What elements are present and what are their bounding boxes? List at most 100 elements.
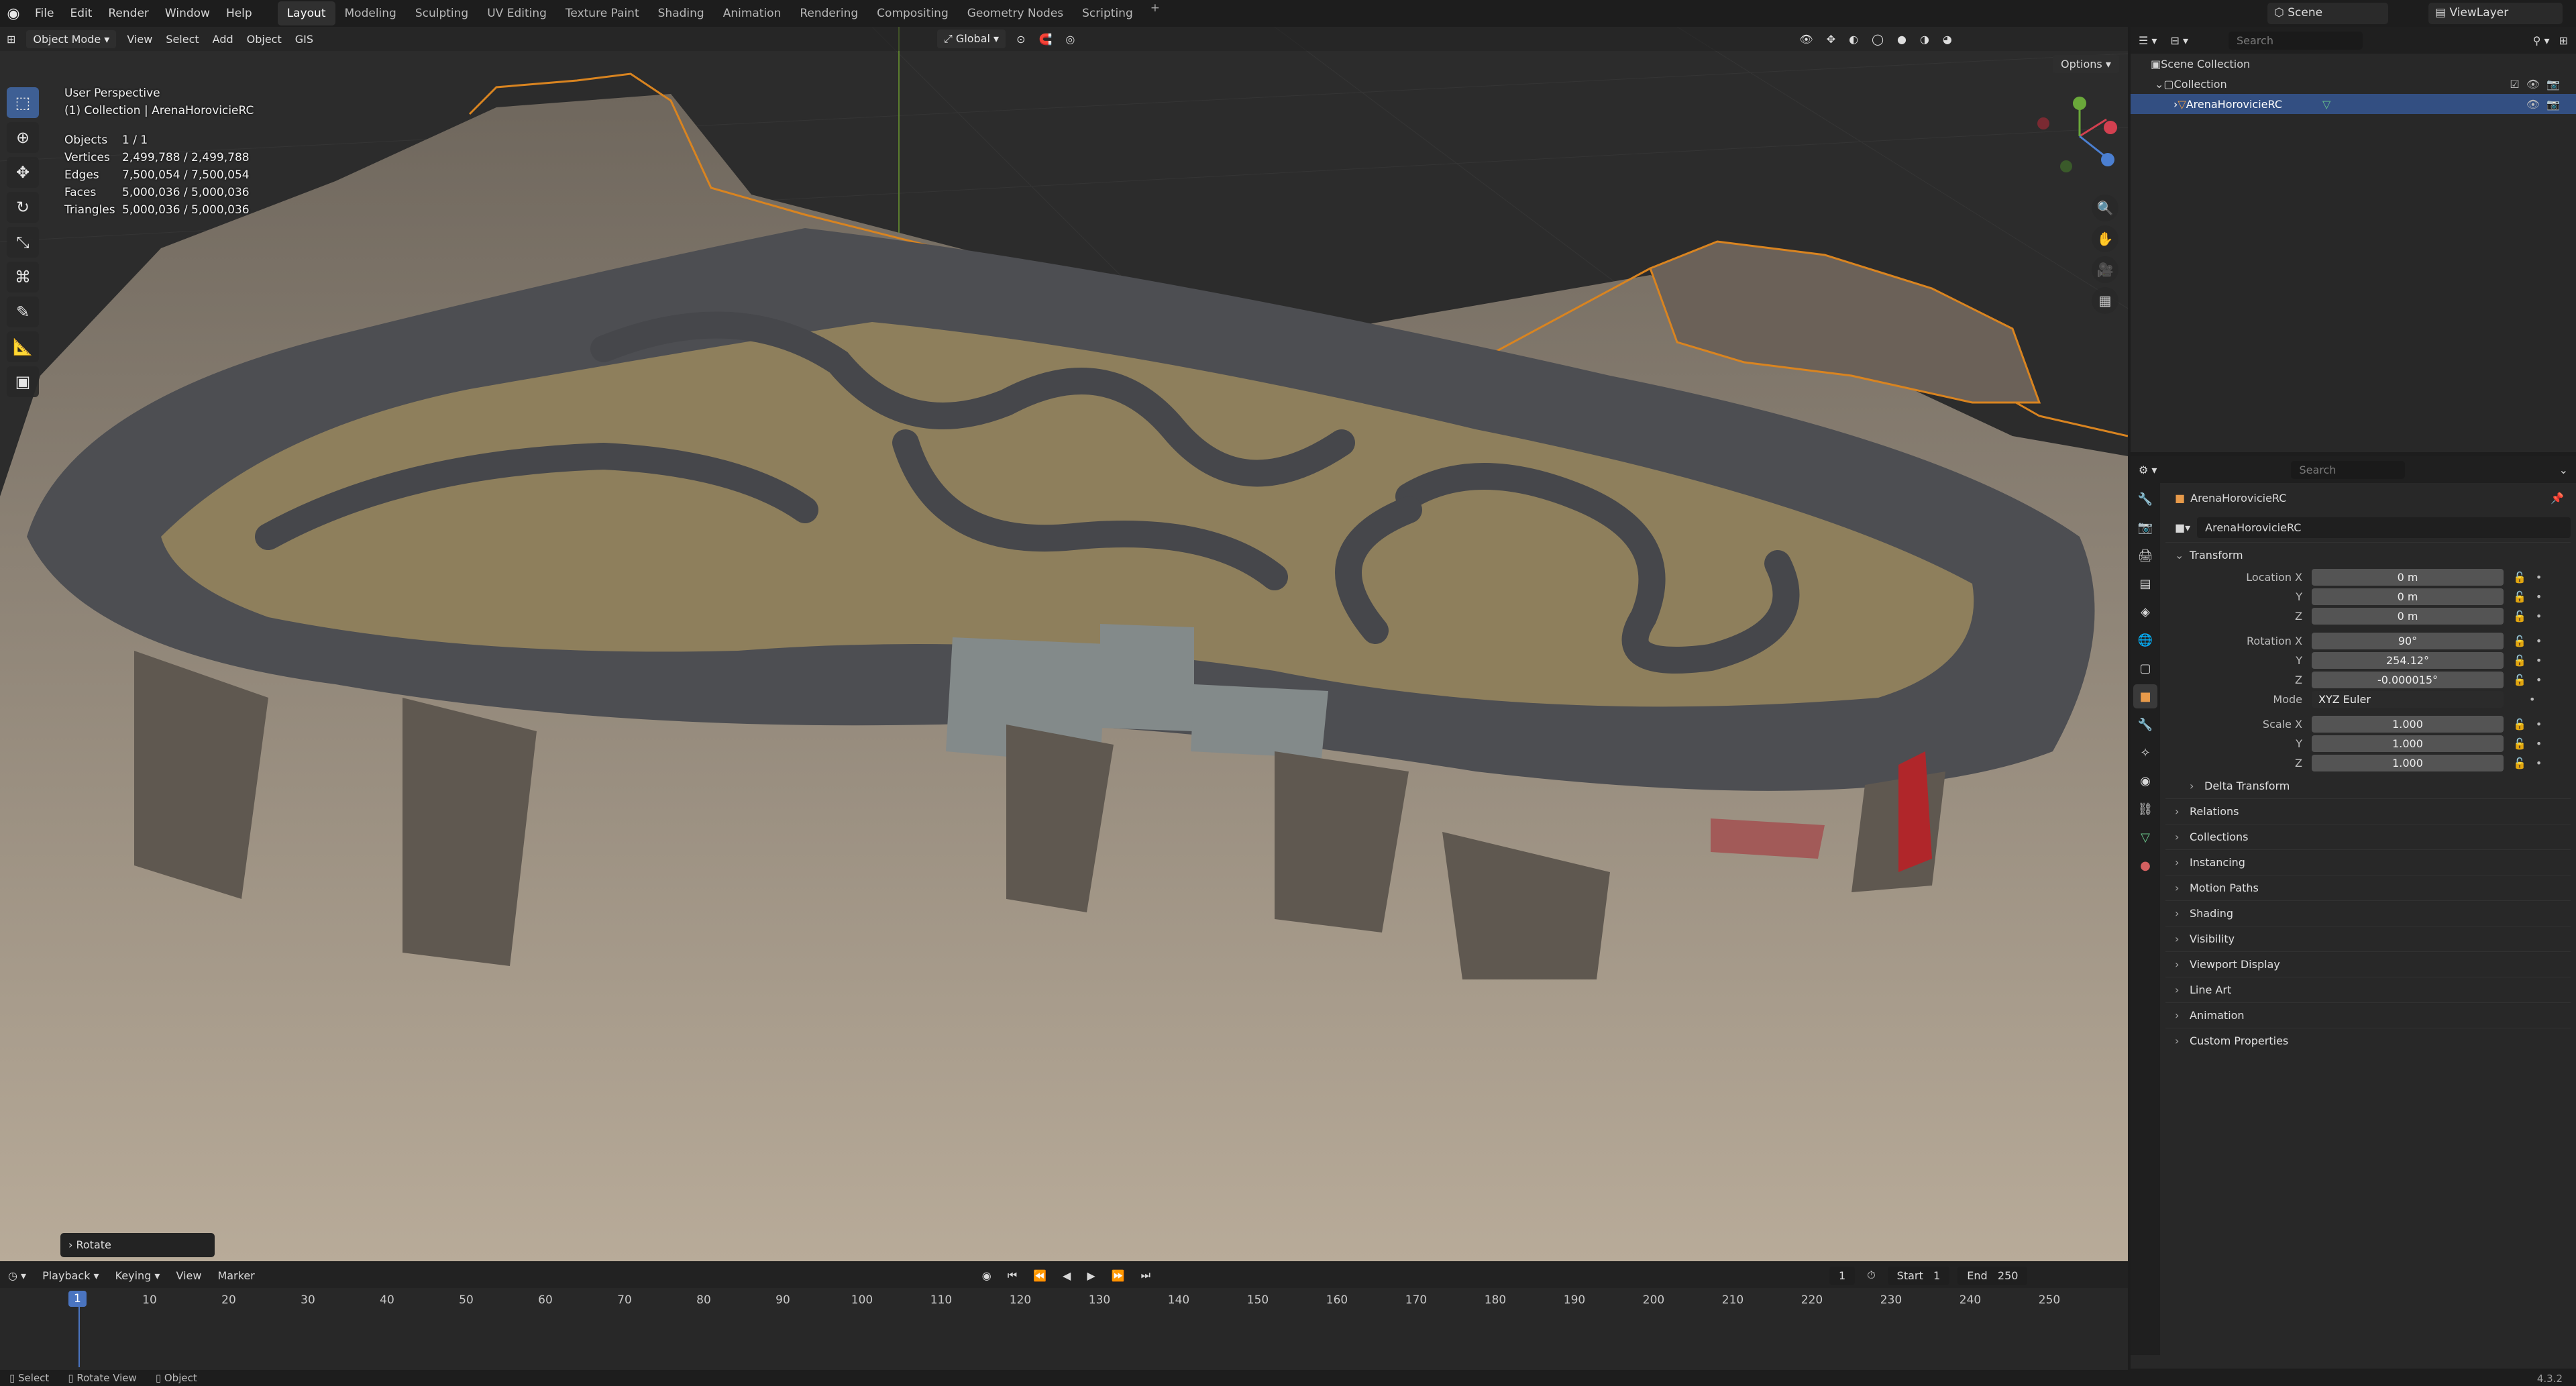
blender-logo-icon[interactable]: ◉ (0, 5, 27, 22)
output-tab-icon[interactable]: 🖨 (2133, 543, 2157, 568)
keyframe-dot-icon[interactable]: • (2536, 674, 2542, 686)
gizmo-y-handle[interactable] (2073, 97, 2086, 110)
scale-tool-icon[interactable]: ⤡ (7, 227, 39, 258)
annotate-tool-icon[interactable]: ✎ (7, 297, 39, 327)
keyframe-dot-icon[interactable]: • (2536, 757, 2542, 769)
keyframe-dot-icon[interactable]: • (2536, 610, 2542, 623)
section-visibility[interactable]: › Visibility (2165, 926, 2571, 951)
gizmo-x-handle[interactable] (2104, 121, 2117, 134)
properties-editor-icon[interactable]: ⚙ ▾ (2139, 464, 2157, 476)
menu-window[interactable]: Window (157, 7, 218, 20)
add-cube-tool-icon[interactable]: ▣ (7, 366, 39, 397)
filter-icon[interactable]: ⚲ ▾ (2533, 34, 2550, 47)
zoom-icon[interactable]: 🔍 (2092, 195, 2118, 221)
keyframe-dot-icon[interactable]: • (2529, 693, 2535, 706)
section-instancing[interactable]: › Instancing (2165, 849, 2571, 875)
prev-keyframe-icon[interactable]: ⏪ (1025, 1269, 1055, 1282)
menu-select[interactable]: Select (159, 30, 205, 48)
pan-hand-icon[interactable]: ✋ (2092, 225, 2118, 252)
visibility-toggles[interactable]: ☑👁📷 (2510, 78, 2567, 91)
keyframe-dot-icon[interactable]: • (2536, 654, 2542, 667)
lock-icon[interactable]: 🔓 (2513, 674, 2526, 686)
properties-search-input[interactable]: Search (2291, 460, 2406, 479)
navigation-gizmo[interactable] (2026, 93, 2127, 180)
constraints-tab-icon[interactable]: ⛓ (2133, 797, 2157, 821)
tab-animation[interactable]: Animation (714, 1, 791, 25)
tab-scripting[interactable]: Scripting (1073, 1, 1142, 25)
transform-section-header[interactable]: ⌄ Transform (2165, 542, 2571, 568)
playhead-line[interactable] (78, 1307, 80, 1367)
select-tool-icon[interactable]: ⬚ (7, 87, 39, 118)
transform-tool-icon[interactable]: ⌘ (7, 262, 39, 292)
modifier-tab-icon[interactable]: 🔧 (2133, 712, 2157, 737)
outliner-search-input[interactable]: Search (2229, 31, 2363, 50)
lock-icon[interactable]: 🔓 (2513, 635, 2526, 647)
playback-menu[interactable]: Playback ▾ (34, 1269, 107, 1282)
lock-icon[interactable]: 🔓 (2513, 654, 2526, 667)
rotation-mode-dropdown[interactable]: XYZ Euler (2312, 691, 2504, 708)
editor-type-icon[interactable]: ⊞ (0, 30, 22, 48)
add-workspace-button[interactable]: + (1142, 1, 1168, 25)
menu-gis[interactable]: GIS (288, 30, 320, 48)
pin-icon[interactable]: 📌 (2551, 492, 2571, 504)
section-animation[interactable]: › Animation (2165, 1002, 2571, 1028)
tree-item-collection[interactable]: ⌄ ▢ Collection ☑👁📷 (2131, 74, 2576, 94)
play-reverse-icon[interactable]: ◀ (1055, 1269, 1079, 1282)
tree-item-arenahorovicierc[interactable]: › ▽ ArenaHorovicieRC ▽ 👁📷 (2131, 94, 2576, 114)
menu-object[interactable]: Object (240, 30, 288, 48)
collection-tab-icon[interactable]: ▢ (2133, 656, 2157, 680)
rotation-y-field[interactable]: 254.12° (2312, 652, 2504, 669)
timeline-ruler[interactable]: 1 10 20 30 40 50 60 70 80 90 100 110 120… (0, 1288, 2128, 1369)
keying-menu[interactable]: Keying ▾ (107, 1269, 168, 1282)
jump-start-icon[interactable]: ⏮ (1000, 1269, 1025, 1282)
tab-geometry-nodes[interactable]: Geometry Nodes (958, 1, 1073, 25)
panel-options-chevron-icon[interactable]: ⌄ (2559, 464, 2568, 476)
play-icon[interactable]: ▶ (1079, 1269, 1103, 1282)
menu-file[interactable]: File (27, 7, 62, 20)
keyframe-dot-icon[interactable]: • (2536, 590, 2542, 603)
snap-icon[interactable]: 🧲 (1032, 30, 1059, 48)
gizmo-neg-y-handle[interactable] (2060, 160, 2072, 172)
tool-tab-icon[interactable]: 🔧 (2133, 487, 2157, 511)
material-tab-icon[interactable]: ● (2133, 853, 2157, 877)
playhead-frame-label[interactable]: 1 (68, 1291, 87, 1307)
stopwatch-icon[interactable]: ⏱ (1859, 1269, 1883, 1282)
section-viewport-display[interactable]: › Viewport Display (2165, 951, 2571, 977)
grid-view-icon[interactable]: ▦ (2092, 287, 2118, 314)
world-tab-icon[interactable]: 🌐 (2133, 628, 2157, 652)
shading-wireframe-icon[interactable]: ◯ (1865, 30, 1890, 48)
shading-solid-icon[interactable]: ● (1890, 30, 1913, 48)
tab-sculpting[interactable]: Sculpting (406, 1, 478, 25)
lock-icon[interactable]: 🔓 (2513, 757, 2526, 769)
pivot-icon[interactable]: ⊙ (1010, 30, 1032, 48)
display-mode-icon[interactable]: ⊟ ▾ (2170, 34, 2188, 47)
scale-y-field[interactable]: 1.000 (2312, 735, 2504, 752)
tab-uv-editing[interactable]: UV Editing (478, 1, 556, 25)
mode-dropdown[interactable]: Object Mode ▾ (26, 30, 117, 48)
location-x-field[interactable]: 0 m (2312, 569, 2504, 586)
tab-rendering[interactable]: Rendering (790, 1, 867, 25)
transform-orientation-dropdown[interactable]: ⤢ Global ▾ (937, 30, 1006, 48)
move-tool-icon[interactable]: ✥ (7, 157, 39, 188)
timeline-view-menu[interactable]: View (168, 1269, 209, 1282)
view-layer-selector[interactable]: ▤ ViewLayer (2428, 3, 2563, 24)
collection-chevron-icon[interactable]: ⌄ (2155, 78, 2163, 91)
section-line-art[interactable]: › Line Art (2165, 977, 2571, 1002)
object-tab-icon[interactable]: ■ (2133, 684, 2157, 708)
location-y-field[interactable]: 0 m (2312, 588, 2504, 605)
scale-z-field[interactable]: 1.000 (2312, 755, 2504, 771)
data-tab-icon[interactable]: ▽ (2133, 825, 2157, 849)
scale-x-field[interactable]: 1.000 (2312, 716, 2504, 733)
current-frame-field[interactable]: 1 (1829, 1266, 1856, 1285)
section-collections[interactable]: › Collections (2165, 824, 2571, 849)
start-frame-field[interactable]: Start 1 (1887, 1266, 1950, 1285)
next-keyframe-icon[interactable]: ⏩ (1104, 1269, 1133, 1282)
tab-layout[interactable]: Layout (277, 1, 335, 25)
visibility-toggles[interactable]: 👁📷 (2526, 98, 2567, 111)
lock-icon[interactable]: 🔓 (2513, 737, 2526, 750)
rotation-x-field[interactable]: 90° (2312, 633, 2504, 649)
tree-item-scene-collection[interactable]: ▣ Scene Collection (2131, 54, 2576, 74)
shading-rendered-icon[interactable]: ◕ (1936, 30, 1959, 48)
location-z-field[interactable]: 0 m (2312, 608, 2504, 625)
menu-add[interactable]: Add (206, 30, 240, 48)
